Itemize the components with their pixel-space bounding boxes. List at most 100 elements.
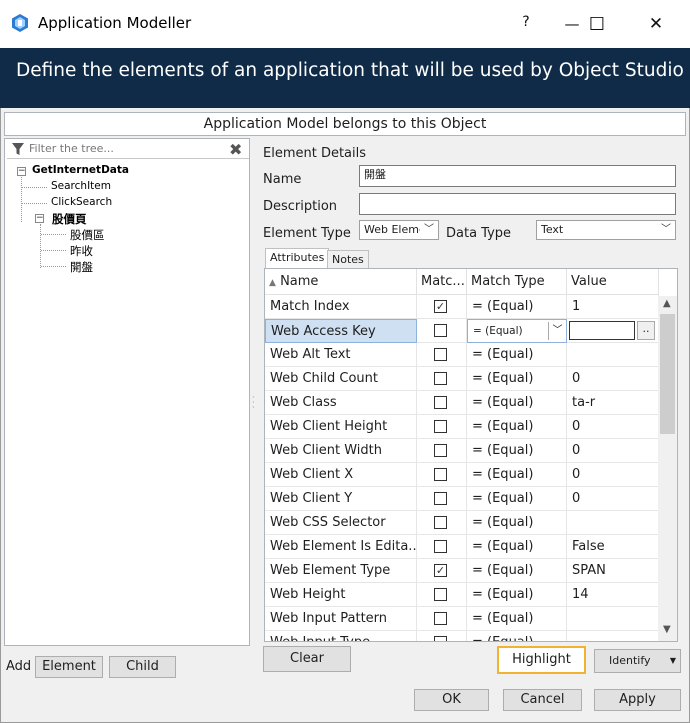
tree-connector — [40, 224, 41, 268]
tab-notes[interactable]: Notes — [327, 250, 369, 268]
cell-value — [567, 607, 659, 631]
name-field[interactable]: 開盤 — [359, 165, 676, 187]
cell-match — [417, 511, 467, 535]
data-type-select[interactable]: Text ﹀ — [536, 220, 676, 240]
scroll-down-icon[interactable]: ▼ — [663, 624, 671, 635]
table-row[interactable]: Web Class = (Equal) ta-r — [265, 391, 659, 415]
table-row[interactable]: Web Client X = (Equal) 0 — [265, 463, 659, 487]
table-row[interactable]: Web Alt Text = (Equal) — [265, 343, 659, 367]
cell-value: SPAN — [567, 559, 659, 583]
cell-value: 14 — [567, 583, 659, 607]
chevron-down-icon[interactable]: ﹀ — [548, 322, 566, 340]
cell-match-type[interactable]: = (Equal) ﹀ — [467, 319, 567, 343]
cancel-button[interactable]: Cancel — [503, 689, 582, 711]
table-row[interactable]: Web Client Height = (Equal) 0 — [265, 415, 659, 439]
cell-attribute-name: Web Client Width — [265, 439, 417, 463]
ok-button[interactable]: OK — [414, 689, 489, 711]
checkbox-unchecked[interactable] — [434, 372, 447, 385]
collapse-root-icon[interactable]: − — [17, 167, 26, 176]
checkbox-checked[interactable]: ✓ — [434, 564, 447, 577]
table-row[interactable]: Web Child Count = (Equal) 0 — [265, 367, 659, 391]
column-header-name[interactable]: ▲ Name — [265, 269, 417, 295]
cell-attribute-name: Web Input Type — [265, 631, 417, 641]
maximize-button[interactable]: ☐ — [574, 6, 620, 42]
tree-node-child[interactable]: 股價區 — [70, 227, 105, 243]
table-row[interactable]: Web Input Pattern = (Equal) — [265, 607, 659, 631]
element-type-select[interactable]: Web Element ﹀ — [359, 220, 439, 240]
checkbox-unchecked[interactable] — [434, 588, 447, 601]
checkbox-unchecked[interactable] — [434, 516, 447, 529]
checkbox-checked[interactable]: ✓ — [434, 300, 447, 313]
table-row[interactable]: Web Client Width = (Equal) 0 — [265, 439, 659, 463]
highlight-button[interactable]: Highlight — [497, 646, 586, 674]
table-row[interactable]: Web Height = (Equal) 14 — [265, 583, 659, 607]
cell-match-type: = (Equal) — [467, 511, 567, 535]
cell-value[interactable]: .. — [567, 319, 659, 343]
tree-node-child[interactable]: 昨收 — [70, 243, 93, 259]
clear-button[interactable]: Clear — [263, 646, 351, 672]
value-editor-input[interactable] — [569, 321, 635, 340]
column-header-match[interactable]: Matc... — [417, 269, 467, 295]
cell-match: ✓ — [417, 559, 467, 583]
tree-node-child[interactable]: 開盤 — [70, 259, 93, 275]
window-title: Application Modeller — [38, 14, 192, 32]
table-row[interactable]: Web Client Y = (Equal) 0 — [265, 487, 659, 511]
identify-label: Identify — [609, 654, 651, 667]
table-row[interactable]: Web Input Type = (Equal) — [265, 631, 659, 641]
table-row[interactable]: Web Element Type ✓ = (Equal) SPAN — [265, 559, 659, 583]
cell-value — [567, 511, 659, 535]
cell-attribute-name: Web Alt Text — [265, 343, 417, 367]
column-header-value[interactable]: Value — [567, 269, 659, 295]
checkbox-unchecked[interactable] — [434, 348, 447, 361]
collapse-group-icon[interactable]: − — [35, 214, 44, 223]
checkbox-unchecked[interactable] — [434, 324, 447, 337]
column-header-match-type[interactable]: Match Type — [467, 269, 567, 295]
cell-match-type: = (Equal) — [467, 559, 567, 583]
checkbox-unchecked[interactable] — [434, 444, 447, 457]
name-label: Name — [263, 172, 302, 187]
table-row[interactable]: Web CSS Selector = (Equal) — [265, 511, 659, 535]
checkbox-unchecked[interactable] — [434, 396, 447, 409]
help-button[interactable]: ? — [503, 4, 549, 40]
clear-filter-icon[interactable]: ✖ — [229, 140, 242, 159]
cell-match — [417, 607, 467, 631]
checkbox-unchecked[interactable] — [434, 612, 447, 625]
table-row[interactable]: Match Index ✓ = (Equal) 1 — [265, 295, 659, 319]
close-button[interactable]: ✕ — [633, 6, 679, 42]
scroll-up-icon[interactable]: ▲ — [663, 298, 671, 309]
checkbox-unchecked[interactable] — [434, 420, 447, 433]
cell-attribute-name: Web Client X — [265, 463, 417, 487]
checkbox-unchecked[interactable] — [434, 636, 447, 641]
column-header-name-label: Name — [280, 274, 319, 289]
tree-connector — [41, 250, 66, 251]
element-type-label: Element Type — [263, 226, 351, 241]
panel-splitter-handle[interactable]: · · · — [252, 394, 256, 412]
cell-match: ✓ — [417, 295, 467, 319]
checkbox-unchecked[interactable] — [434, 468, 447, 481]
cell-attribute-name: Web Client Height — [265, 415, 417, 439]
cell-value — [567, 343, 659, 367]
tree-node-searchitem[interactable]: SearchItem — [51, 180, 111, 192]
tab-attributes[interactable]: Attributes — [265, 248, 330, 269]
cell-match — [417, 319, 467, 343]
grid-scrollbar-thumb[interactable] — [660, 314, 675, 434]
cell-value: 0 — [567, 415, 659, 439]
model-owner-bar: Application Model belongs to this Object — [4, 112, 686, 136]
identify-button[interactable]: Identify ▼ — [594, 649, 681, 673]
value-editor-button[interactable]: .. — [637, 321, 655, 340]
add-child-button[interactable]: Child — [109, 656, 176, 678]
tree-node-clicksearch[interactable]: ClickSearch — [51, 196, 112, 208]
tree-connector — [22, 203, 47, 204]
match-type-value: = (Equal) — [473, 325, 523, 337]
table-row[interactable]: Web Access Key = (Equal) ﹀.. — [265, 319, 659, 343]
tree-node-root[interactable]: GetInternetData — [32, 164, 129, 176]
tree-node-group[interactable]: 股價頁 — [52, 211, 87, 227]
cell-value — [567, 631, 659, 641]
add-element-button[interactable]: Element — [35, 656, 103, 678]
cell-match — [417, 391, 467, 415]
table-row[interactable]: Web Element Is Edita... = (Equal) False — [265, 535, 659, 559]
description-field[interactable] — [359, 193, 676, 215]
checkbox-unchecked[interactable] — [434, 540, 447, 553]
checkbox-unchecked[interactable] — [434, 492, 447, 505]
apply-button[interactable]: Apply — [594, 689, 681, 711]
